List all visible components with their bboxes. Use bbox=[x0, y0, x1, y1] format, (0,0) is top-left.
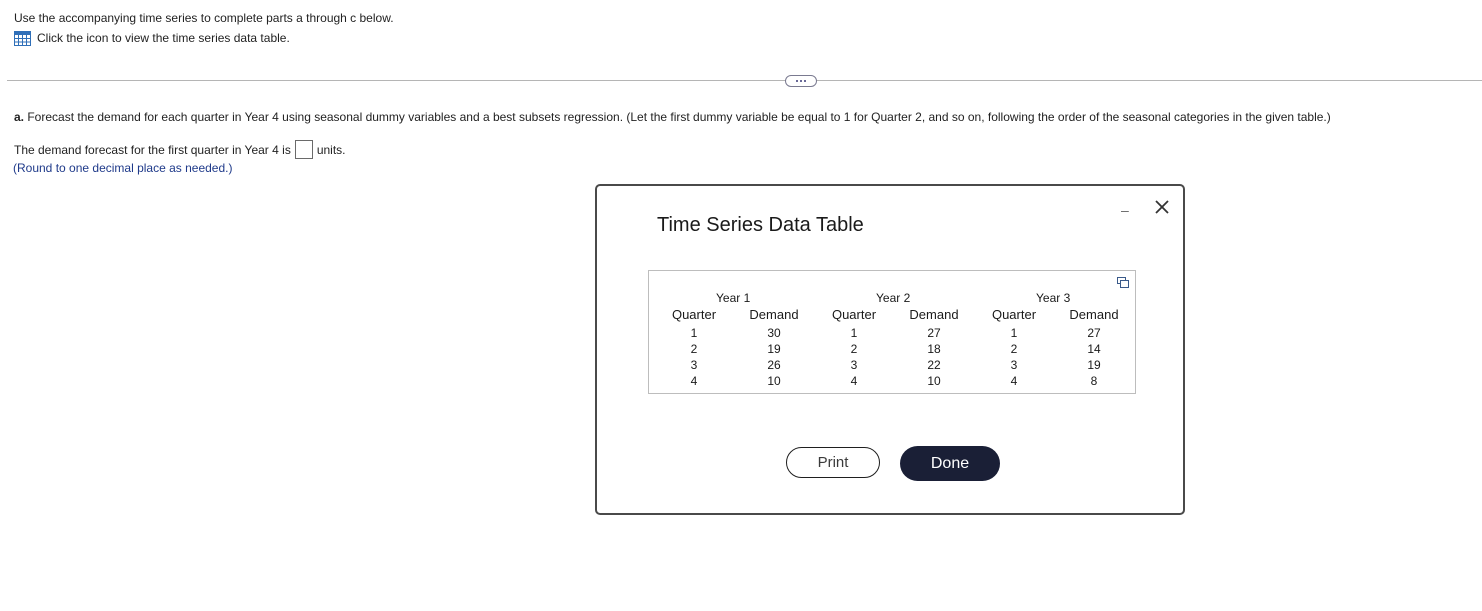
ellipsis-dot-icon bbox=[800, 80, 802, 82]
time-series-dialog: Time Series Data Table – Year 1 Quarter … bbox=[595, 184, 1185, 515]
rounding-note: (Round to one decimal place as needed.) bbox=[13, 161, 233, 175]
table-cell: 3 bbox=[1010, 358, 1018, 372]
table-cell: 4 bbox=[1010, 374, 1018, 388]
table-cell: 4 bbox=[690, 374, 698, 388]
intro-section: Use the accompanying time series to comp… bbox=[14, 10, 394, 46]
dialog-title: Time Series Data Table bbox=[657, 214, 864, 236]
table-cell: 1 bbox=[850, 326, 858, 340]
expand-more-button[interactable] bbox=[785, 75, 817, 87]
ellipsis-dot-icon bbox=[796, 80, 798, 82]
time-series-table: Year 1 Quarter Demand 1 2 3 4 30 19 26 1… bbox=[648, 270, 1136, 394]
quarter-column: 1 2 3 4 bbox=[979, 325, 1049, 389]
table-cell: 30 bbox=[767, 326, 781, 340]
print-button[interactable]: Print bbox=[786, 447, 880, 478]
year-label: Year 2 bbox=[876, 291, 911, 305]
quarter-header: Quarter bbox=[831, 307, 877, 322]
quarter-column: 1 2 3 4 bbox=[659, 325, 729, 389]
table-cell: 10 bbox=[767, 374, 781, 388]
table-cell: 3 bbox=[850, 358, 858, 372]
table-cell: 22 bbox=[927, 358, 941, 372]
answer-input[interactable] bbox=[294, 140, 313, 159]
table-cell: 14 bbox=[1087, 342, 1101, 356]
table-cell: 18 bbox=[927, 342, 941, 356]
table-cell: 19 bbox=[1087, 358, 1101, 372]
table-cell: 2 bbox=[1010, 342, 1018, 356]
table-cell: 1 bbox=[1010, 326, 1018, 340]
demand-header: Demand bbox=[1069, 307, 1119, 322]
copy-icon[interactable] bbox=[1117, 277, 1129, 288]
table-cell: 27 bbox=[927, 326, 941, 340]
answer-prefix: The demand forecast for the first quarte… bbox=[14, 142, 291, 157]
table-cell: 27 bbox=[1087, 326, 1101, 340]
demand-column: 30 19 26 10 bbox=[739, 325, 809, 389]
table-cell: 10 bbox=[927, 374, 941, 388]
minimize-button[interactable]: – bbox=[1121, 202, 1129, 218]
data-table-link-row[interactable]: Click the icon to view the time series d… bbox=[14, 30, 394, 46]
demand-column: 27 18 22 10 bbox=[899, 325, 969, 389]
table-cell: 26 bbox=[767, 358, 781, 372]
table-cell: 2 bbox=[690, 342, 698, 356]
quarter-header: Quarter bbox=[671, 307, 717, 322]
ellipsis-dot-icon bbox=[804, 80, 806, 82]
table-cell: 8 bbox=[1090, 374, 1098, 388]
table-cell: 1 bbox=[690, 326, 698, 340]
table-cell: 19 bbox=[767, 342, 781, 356]
demand-column: 27 14 19 8 bbox=[1059, 325, 1129, 389]
data-table-link[interactable]: Click the icon to view the time series d… bbox=[37, 30, 290, 46]
answer-line: The demand forecast for the first quarte… bbox=[14, 140, 346, 159]
table-cell: 2 bbox=[850, 342, 858, 356]
close-icon[interactable] bbox=[1151, 196, 1173, 218]
year-label: Year 1 bbox=[716, 291, 751, 305]
part-label: a. bbox=[14, 110, 25, 124]
demand-header: Demand bbox=[909, 307, 959, 322]
section-divider bbox=[7, 80, 1482, 81]
instruction-text: Use the accompanying time series to comp… bbox=[14, 11, 394, 25]
question-text: Forecast the demand for each quarter in … bbox=[24, 110, 1331, 124]
page: Use the accompanying time series to comp… bbox=[0, 0, 1482, 611]
done-button[interactable]: Done bbox=[900, 446, 1000, 481]
table-grid-icon[interactable] bbox=[14, 30, 31, 46]
year-label: Year 3 bbox=[1036, 291, 1071, 305]
table-cell: 3 bbox=[690, 358, 698, 372]
quarter-column: 1 2 3 4 bbox=[819, 325, 889, 389]
table-cell: 4 bbox=[850, 374, 858, 388]
answer-suffix: units. bbox=[316, 142, 346, 157]
question-part-a: a. Forecast the demand for each quarter … bbox=[14, 109, 1331, 125]
demand-header: Demand bbox=[749, 307, 799, 322]
quarter-header: Quarter bbox=[991, 307, 1037, 322]
